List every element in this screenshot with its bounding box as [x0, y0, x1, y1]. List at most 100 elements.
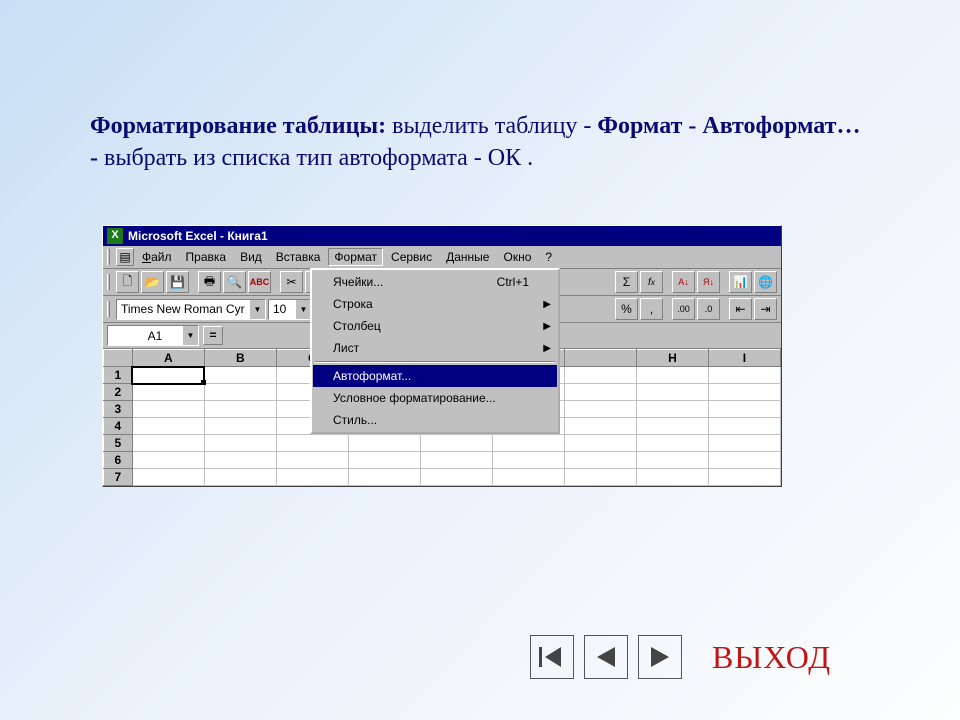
- equals-button[interactable]: =: [203, 326, 223, 345]
- cell[interactable]: [564, 384, 636, 401]
- menu-edit[interactable]: Правка: [180, 248, 233, 266]
- cell[interactable]: [708, 418, 780, 435]
- chevron-down-icon[interactable]: ▼: [295, 300, 311, 319]
- font-size-combo[interactable]: 10 ▼: [268, 299, 312, 320]
- menu-view[interactable]: Вид: [234, 248, 268, 266]
- row-header[interactable]: 6: [104, 452, 133, 469]
- increase-decimal-button[interactable]: .00: [672, 298, 695, 320]
- menu-item-row[interactable]: Строка ▶: [313, 293, 557, 315]
- cell[interactable]: [492, 435, 564, 452]
- cell[interactable]: [132, 418, 204, 435]
- decrease-indent-button[interactable]: ⇤: [729, 298, 752, 320]
- cell[interactable]: [708, 452, 780, 469]
- menu-help[interactable]: ?: [539, 248, 558, 266]
- print-preview-button[interactable]: 🔍: [223, 271, 246, 293]
- comma-button[interactable]: ,: [640, 298, 663, 320]
- cell[interactable]: [276, 435, 348, 452]
- cell[interactable]: [420, 469, 492, 486]
- cell[interactable]: [564, 452, 636, 469]
- cell[interactable]: [708, 401, 780, 418]
- cell[interactable]: [348, 452, 420, 469]
- row-header[interactable]: 1: [104, 367, 133, 384]
- sort-desc-button[interactable]: Я↓: [697, 271, 720, 293]
- select-all-corner[interactable]: [104, 350, 133, 367]
- cell[interactable]: [636, 401, 708, 418]
- row-header[interactable]: 7: [104, 469, 133, 486]
- cell[interactable]: [132, 469, 204, 486]
- menu-insert[interactable]: Вставка: [270, 248, 327, 266]
- new-button[interactable]: 🗋: [116, 271, 139, 293]
- cell[interactable]: [564, 418, 636, 435]
- cell[interactable]: [276, 469, 348, 486]
- cell[interactable]: [204, 469, 276, 486]
- menu-item-conditional-format[interactable]: Условное форматирование...: [313, 387, 557, 409]
- chevron-down-icon[interactable]: ▼: [249, 300, 265, 319]
- cell[interactable]: [204, 384, 276, 401]
- cell[interactable]: [636, 435, 708, 452]
- cell[interactable]: [636, 418, 708, 435]
- menu-item-sheet[interactable]: Лист ▶: [313, 337, 557, 359]
- cell[interactable]: [132, 384, 204, 401]
- function-button[interactable]: fx: [640, 271, 663, 293]
- cell[interactable]: [276, 452, 348, 469]
- increase-indent-button[interactable]: ⇥: [754, 298, 777, 320]
- row-header[interactable]: 5: [104, 435, 133, 452]
- cell[interactable]: [132, 452, 204, 469]
- menu-file[interactable]: Файл: [136, 248, 178, 266]
- cell[interactable]: [636, 469, 708, 486]
- spellcheck-button[interactable]: ABC: [248, 271, 271, 293]
- col-header[interactable]: [564, 350, 636, 367]
- col-header[interactable]: A: [132, 350, 204, 367]
- print-button[interactable]: 🖶: [198, 271, 221, 293]
- decrease-decimal-button[interactable]: .0: [697, 298, 720, 320]
- col-header[interactable]: I: [708, 350, 780, 367]
- col-header[interactable]: B: [204, 350, 276, 367]
- cell[interactable]: [636, 384, 708, 401]
- nav-next-button[interactable]: [638, 635, 682, 679]
- menu-item-style[interactable]: Стиль...: [313, 409, 557, 431]
- cell[interactable]: [204, 452, 276, 469]
- cell[interactable]: [204, 418, 276, 435]
- menu-item-cells[interactable]: Ячейки... Ctrl+1: [313, 271, 557, 293]
- font-combo[interactable]: Times New Roman Cyr ▼: [116, 299, 266, 320]
- chevron-down-icon[interactable]: ▼: [182, 326, 198, 345]
- cell[interactable]: [564, 367, 636, 384]
- row-header[interactable]: 3: [104, 401, 133, 418]
- cell[interactable]: [564, 435, 636, 452]
- cell[interactable]: [708, 469, 780, 486]
- chart-button[interactable]: 📊: [729, 271, 752, 293]
- cell[interactable]: [708, 435, 780, 452]
- cell[interactable]: [708, 367, 780, 384]
- exit-link[interactable]: ВЫХОД: [712, 639, 831, 676]
- cell[interactable]: [348, 435, 420, 452]
- cell[interactable]: [420, 435, 492, 452]
- cell[interactable]: [636, 367, 708, 384]
- cell[interactable]: [636, 452, 708, 469]
- cell[interactable]: [348, 469, 420, 486]
- cell[interactable]: [132, 401, 204, 418]
- save-button[interactable]: 💾: [166, 271, 189, 293]
- cell-a1[interactable]: [132, 367, 204, 384]
- menu-service[interactable]: Сервис: [385, 248, 438, 266]
- autosum-button[interactable]: Σ: [615, 271, 638, 293]
- cell[interactable]: [564, 469, 636, 486]
- cell[interactable]: [708, 384, 780, 401]
- cell[interactable]: [132, 435, 204, 452]
- row-header[interactable]: 2: [104, 384, 133, 401]
- row-header[interactable]: 4: [104, 418, 133, 435]
- cell[interactable]: [492, 452, 564, 469]
- cut-button[interactable]: ✂: [280, 271, 303, 293]
- menu-item-autoformat[interactable]: Автоформат...: [313, 365, 557, 387]
- cell[interactable]: [492, 469, 564, 486]
- workbook-icon[interactable]: ▤: [116, 248, 134, 266]
- titlebar[interactable]: X Microsoft Excel - Книга1: [103, 226, 781, 246]
- cell[interactable]: [420, 452, 492, 469]
- cell[interactable]: [204, 401, 276, 418]
- percent-button[interactable]: %: [615, 298, 638, 320]
- sort-asc-button[interactable]: А↓: [672, 271, 695, 293]
- nav-prev-button[interactable]: [584, 635, 628, 679]
- menu-format[interactable]: Формат: [328, 248, 383, 266]
- cell[interactable]: [204, 367, 276, 384]
- menu-window[interactable]: Окно: [497, 248, 537, 266]
- col-header[interactable]: H: [636, 350, 708, 367]
